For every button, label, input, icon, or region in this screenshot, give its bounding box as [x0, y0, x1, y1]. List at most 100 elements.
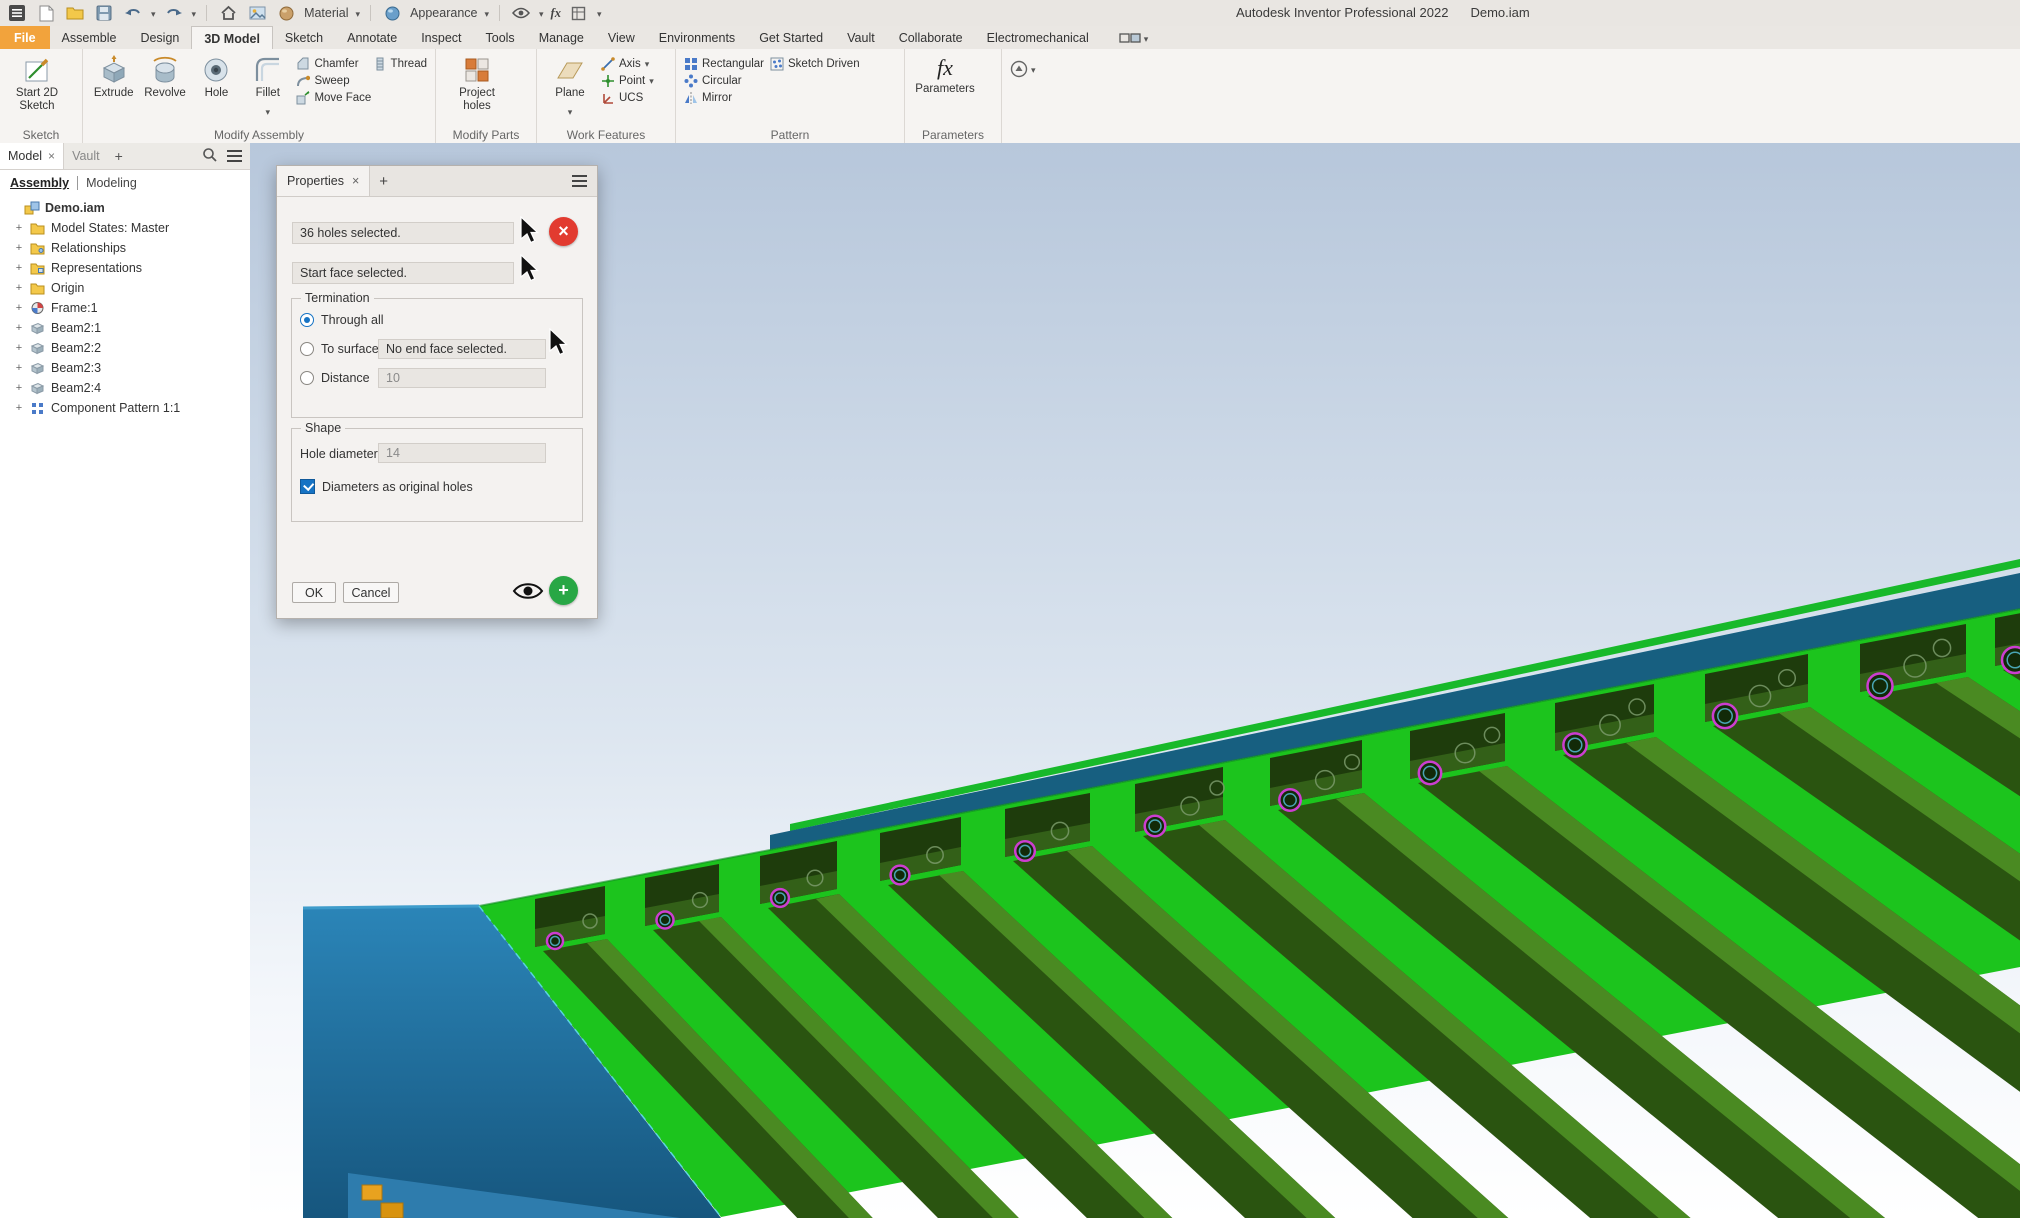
save-icon[interactable] [93, 3, 115, 23]
ribbon-options-button[interactable] [1010, 52, 1036, 125]
chamfer-button[interactable]: Chamfer [296, 57, 358, 71]
browser-add-tab-icon[interactable] [108, 143, 130, 169]
expander[interactable]: + [14, 302, 24, 314]
tree-item-beam2-3[interactable]: + Beam2:3 [0, 358, 250, 378]
panel-pattern-label[interactable]: Pattern [676, 128, 904, 142]
revolve-button[interactable]: Revolve [142, 52, 187, 125]
through-all-radio[interactable] [300, 313, 314, 327]
properties-menu-icon[interactable] [572, 166, 597, 196]
tab-sketch[interactable]: Sketch [273, 26, 335, 49]
tree-item-model-states[interactable]: + Model States: Master [0, 218, 250, 238]
expander[interactable]: + [14, 382, 24, 394]
tab-manage[interactable]: Manage [527, 26, 596, 49]
to-surface-radio[interactable] [300, 342, 314, 356]
expander[interactable]: + [14, 362, 24, 374]
redo-caret-icon[interactable] [192, 4, 197, 22]
preview-eye-icon[interactable] [512, 580, 544, 605]
browser-tab-model[interactable]: Model × [0, 143, 64, 169]
tree-item-relationships[interactable]: + Relationships [0, 238, 250, 258]
undo-caret-icon[interactable] [151, 4, 156, 22]
to-surface-option[interactable]: To surface [300, 342, 379, 356]
sketch-driven-pattern-button[interactable]: Sketch Driven [770, 57, 860, 71]
tab-annotate[interactable]: Annotate [335, 26, 409, 49]
distance-radio[interactable] [300, 371, 314, 385]
point-button[interactable]: Point [601, 74, 654, 88]
ribbon-options-caret-icon[interactable] [1031, 60, 1036, 78]
tab-file[interactable]: File [0, 26, 50, 49]
material-icon[interactable] [275, 3, 297, 23]
tree-item-component-pattern[interactable]: + Component Pattern 1:1 [0, 398, 250, 418]
new-file-icon[interactable] [35, 3, 57, 23]
end-face-field[interactable]: No end face selected. [378, 339, 546, 359]
expander[interactable]: + [14, 402, 24, 414]
expander[interactable]: + [14, 262, 24, 274]
mode-modeling[interactable]: Modeling [77, 176, 137, 190]
panel-modify-parts-label[interactable]: Modify Parts [436, 128, 536, 142]
tab-3d-model[interactable]: 3D Model [191, 26, 273, 49]
tab-inspect[interactable]: Inspect [409, 26, 473, 49]
ok-button[interactable]: OK [292, 582, 336, 603]
tab-view[interactable]: View [596, 26, 647, 49]
expander[interactable]: + [14, 342, 24, 354]
material-caret-icon[interactable] [356, 4, 361, 22]
tab-environments[interactable]: Environments [647, 26, 747, 49]
distance-option[interactable]: Distance [300, 371, 370, 385]
circular-pattern-button[interactable]: Circular [684, 74, 764, 88]
properties-tab[interactable]: Properties × [277, 166, 370, 196]
tab-collaborate[interactable]: Collaborate [887, 26, 975, 49]
hole-diameter-field[interactable]: 14 [378, 443, 546, 463]
point-caret-icon[interactable] [649, 75, 654, 87]
expander[interactable]: + [14, 322, 24, 334]
ucs-button[interactable]: UCS [601, 91, 654, 105]
project-holes-button[interactable]: Project holes [444, 52, 510, 125]
tab-electromechanical[interactable]: Electromechanical [975, 26, 1101, 49]
distance-field[interactable]: 10 [378, 368, 546, 388]
tab-assemble[interactable]: Assemble [50, 26, 129, 49]
mirror-button[interactable]: Mirror [684, 91, 764, 105]
start-face-field[interactable]: Start face selected. [292, 262, 514, 284]
diameters-checkbox[interactable] [300, 479, 315, 494]
app-menu-icon[interactable] [6, 3, 28, 23]
tree-item-origin[interactable]: + Origin [0, 278, 250, 298]
fx-icon[interactable]: fx [551, 6, 561, 21]
plane-button[interactable]: Plane [545, 52, 595, 125]
expander[interactable]: + [14, 222, 24, 234]
measure-caret-icon[interactable] [597, 4, 602, 22]
visibility-caret-icon[interactable] [539, 4, 544, 22]
properties-tab-close-icon[interactable]: × [352, 174, 359, 188]
panel-sketch-label[interactable]: Sketch [0, 128, 82, 142]
screens-layout-icon[interactable] [1107, 26, 1161, 49]
panel-work-features-label[interactable]: Work Features [537, 128, 675, 142]
fillet-button[interactable]: Fillet [245, 52, 290, 125]
axis-button[interactable]: Axis [601, 57, 654, 71]
browser-menu-icon[interactable] [227, 147, 242, 165]
tab-get-started[interactable]: Get Started [747, 26, 835, 49]
cancel-button[interactable]: Cancel [343, 582, 399, 603]
tree-item-demo-iam[interactable]: Demo.iam [0, 198, 250, 218]
apply-new-button[interactable]: + [549, 576, 578, 605]
tree-item-beam2-2[interactable]: + Beam2:2 [0, 338, 250, 358]
measure-icon[interactable] [568, 3, 590, 23]
mode-assembly[interactable]: Assembly [10, 176, 69, 190]
screens-caret-icon[interactable] [1144, 31, 1149, 45]
tab-design[interactable]: Design [128, 26, 191, 49]
parameters-button[interactable]: fx Parameters [913, 52, 977, 125]
undo-icon[interactable] [122, 3, 144, 23]
tab-vault[interactable]: Vault [835, 26, 887, 49]
browser-tab-close-icon[interactable]: × [48, 149, 55, 163]
tree-item-representations[interactable]: + Representations [0, 258, 250, 278]
tree-item-frame-1[interactable]: + Frame:1 [0, 298, 250, 318]
holes-selected-field[interactable]: 36 holes selected. [292, 222, 514, 244]
start-2d-sketch-button[interactable]: Start 2D Sketch [8, 52, 66, 125]
move-face-button[interactable]: Move Face [296, 91, 371, 105]
home-icon[interactable] [217, 3, 239, 23]
panel-modify-assembly-label[interactable]: Modify Assembly [83, 128, 435, 142]
rectangular-pattern-button[interactable]: Rectangular [684, 57, 764, 71]
material-dropdown[interactable]: Material [304, 6, 348, 20]
axis-caret-icon[interactable] [645, 58, 650, 70]
thread-button[interactable]: Thread [373, 57, 427, 71]
properties-add-tab-icon[interactable] [370, 166, 397, 196]
plane-caret-icon[interactable] [568, 102, 573, 120]
diameters-option[interactable]: Diameters as original holes [300, 479, 473, 494]
tab-tools[interactable]: Tools [474, 26, 527, 49]
